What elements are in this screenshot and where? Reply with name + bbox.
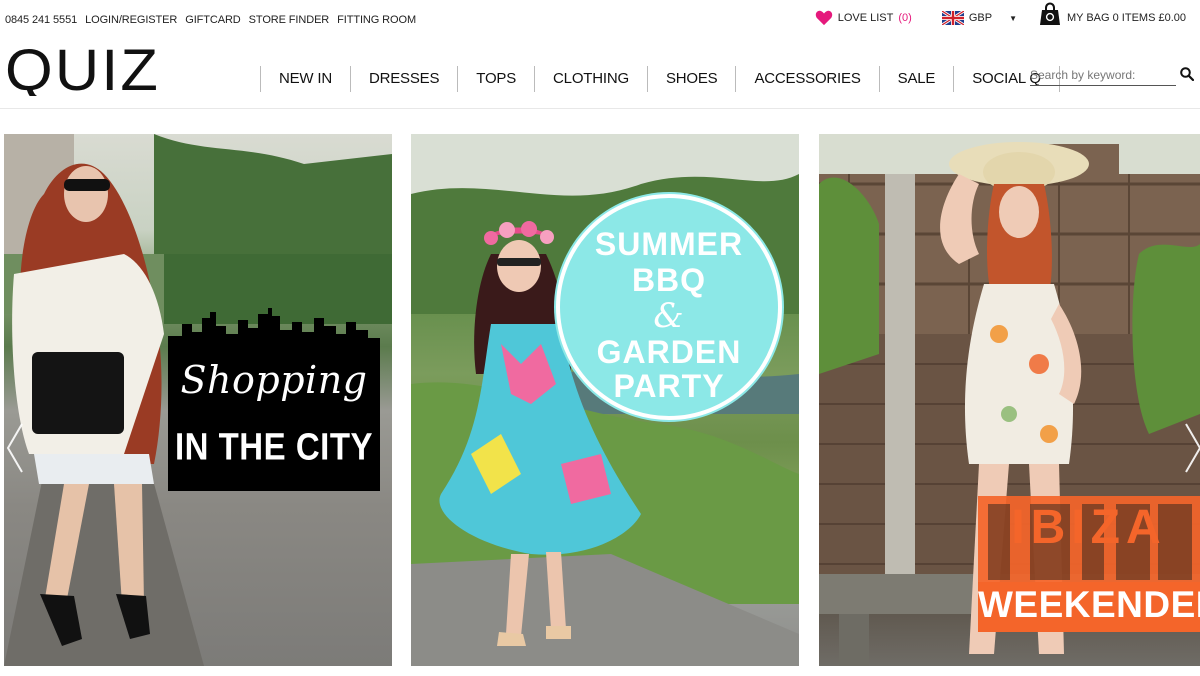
nav-dresses[interactable]: DRESSES — [349, 66, 457, 92]
quiz-logo-graphic: QUIZ — [5, 38, 160, 103]
nav-tops[interactable]: TOPS — [457, 66, 534, 92]
search-icon[interactable] — [1180, 67, 1194, 81]
top-utility-bar: 0845 241 5551 LOGIN/REGISTER GIFTCARD ST… — [0, 0, 1200, 36]
bag-summary: MY BAG 0 ITEMS £0.00 — [1066, 12, 1186, 24]
svg-text:QUIZ: QUIZ — [5, 40, 160, 96]
fitting-room-link[interactable]: FITTING ROOM — [337, 14, 416, 26]
shopping-bag-link[interactable]: MY BAG 0 ITEMS £0.00 — [1039, 2, 1186, 26]
bbq-line-bbq: BBQ — [631, 262, 707, 298]
shopping-bag-icon — [1039, 2, 1060, 25]
love-list-count: (0) — [898, 12, 912, 24]
chevron-left-icon[interactable] — [4, 420, 26, 476]
weekender-title: WEEKENDER — [978, 584, 1200, 625]
quiz-logo[interactable]: QUIZ — [5, 38, 165, 103]
phone-number: 0845 241 5551 — [5, 14, 78, 26]
utility-links: 0845 241 5551 LOGIN/REGISTER GIFTCARD ST… — [5, 14, 416, 26]
shopping-title-script: Shopping — [180, 358, 368, 402]
nav-accessories[interactable]: ACCESSORIES — [735, 66, 878, 92]
currency-selector[interactable]: GBP ▼ — [941, 11, 1017, 25]
currency-code: GBP — [968, 12, 993, 24]
bbq-line-summer: SUMMER — [594, 226, 744, 262]
ibiza-title: IBIZA — [1011, 501, 1167, 554]
header-divider — [0, 108, 1200, 109]
bbq-line-party: PARTY — [613, 368, 725, 404]
uk-flag-icon — [941, 11, 964, 25]
love-list-link[interactable]: LOVE LIST (0) — [815, 10, 912, 26]
heart-icon — [815, 10, 832, 26]
promo-panel-shopping-city[interactable]: Shopping IN THE CITY — [4, 134, 392, 666]
nav-clothing[interactable]: CLOTHING — [534, 66, 647, 92]
promo-panel-summer-bbq[interactable]: SUMMER BBQ & GARDEN PARTY — [411, 134, 799, 666]
search-input[interactable] — [1030, 64, 1176, 86]
chevron-down-icon: ▼ — [1009, 13, 1017, 23]
main-navigation: NEW IN DRESSES TOPS CLOTHING SHOES ACCES… — [260, 66, 1060, 92]
search-box — [1030, 64, 1198, 88]
nav-sale[interactable]: SALE — [878, 66, 954, 92]
store-finder-link[interactable]: STORE FINDER — [249, 14, 330, 26]
account-utilities: LOVE LIST (0) GBP ▼ MY BAG 0 ITEMS £0.00 — [815, 2, 1186, 26]
shopping-title-sub: IN THE CITY — [174, 425, 373, 468]
nav-shoes[interactable]: SHOES — [646, 66, 736, 92]
login-register-link[interactable]: LOGIN/REGISTER — [85, 14, 177, 26]
giftcard-link[interactable]: GIFTCARD — [185, 14, 241, 26]
chevron-right-icon[interactable] — [1182, 420, 1200, 476]
love-list-label: LOVE LIST — [837, 12, 894, 24]
nav-new-in[interactable]: NEW IN — [260, 66, 350, 92]
bbq-line-garden: GARDEN — [596, 334, 742, 370]
bbq-line-ampersand: & — [653, 296, 685, 336]
promo-panel-ibiza-weekender[interactable]: IBIZA WEEKENDER — [819, 134, 1200, 666]
